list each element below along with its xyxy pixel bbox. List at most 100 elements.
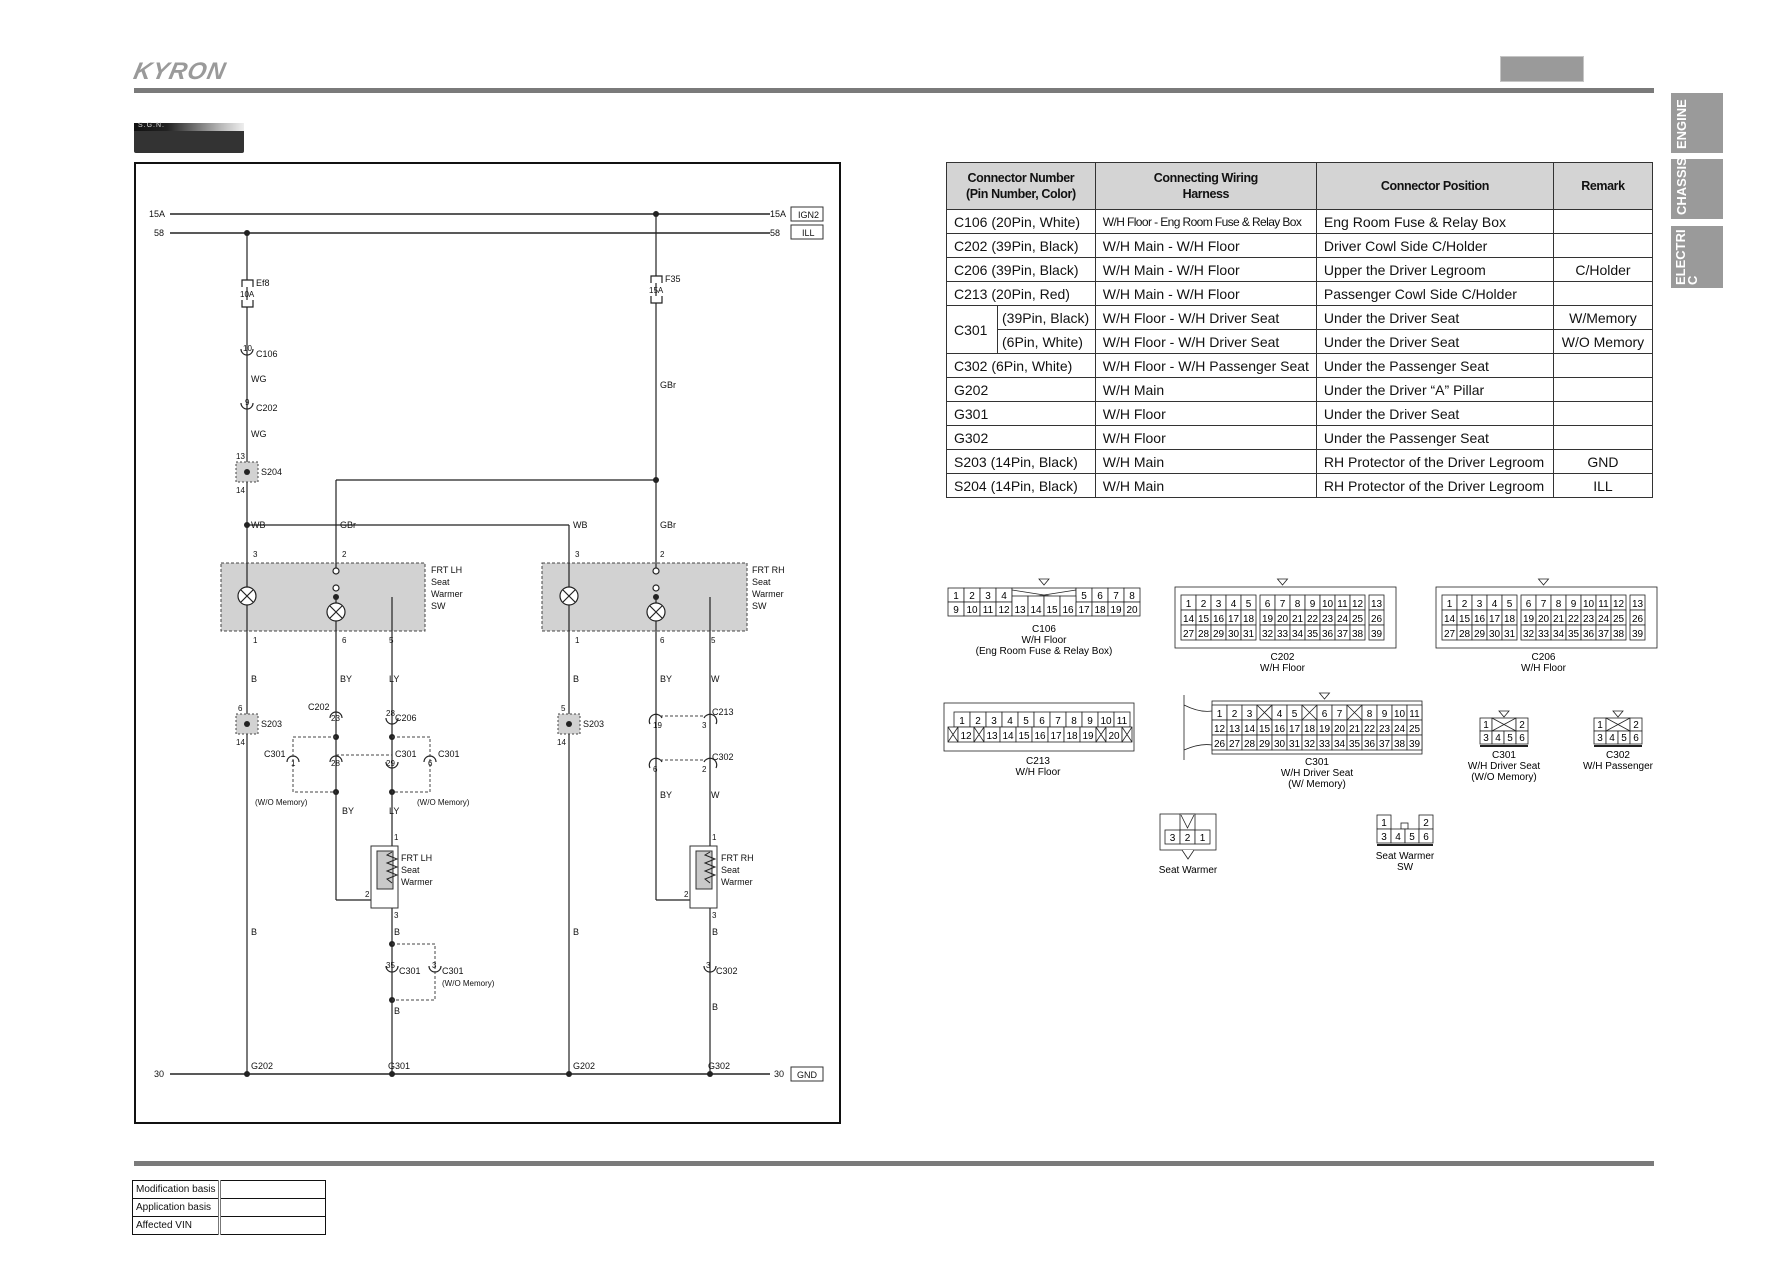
pin-number: 9: [1571, 599, 1577, 610]
harness-cell: W/H Main: [1094, 449, 1317, 474]
position-cell: Under the Driver Seat: [1315, 401, 1554, 426]
connector-number-cell: C206 (39Pin, Black): [946, 257, 1096, 282]
c301-pin: 1: [291, 759, 296, 768]
position-cell: Under the Driver Seat: [1315, 305, 1554, 330]
pin-number: 6: [1097, 591, 1103, 602]
pin-number: 3: [1247, 709, 1253, 720]
harness-cell: W/H Floor: [1094, 425, 1317, 450]
tag-ill: ILL: [802, 228, 815, 238]
s204-pin-bottom: 14: [236, 486, 245, 495]
pin-number: 21: [1349, 724, 1361, 735]
harness-cell: W/H Main - W/H Floor: [1094, 257, 1317, 282]
side-tab-chassis[interactable]: CHASSIS: [1671, 157, 1723, 219]
pin-number: 17: [1228, 614, 1240, 625]
pin-number: 36: [1364, 739, 1376, 750]
wire-color-b: B: [394, 927, 400, 937]
pin-number: 17: [1078, 605, 1090, 616]
connector-caption: W/H Floor: [1022, 635, 1068, 646]
pin-number: 8: [1071, 716, 1077, 727]
position-cell: Eng Room Fuse & Relay Box: [1315, 209, 1554, 234]
pin-number: 32: [1304, 739, 1316, 750]
ground-label: G202: [251, 1061, 273, 1071]
pin-number: 12: [960, 731, 972, 742]
pin-number: 13: [1229, 724, 1241, 735]
pin-number: 3: [1170, 833, 1176, 844]
connector-c106: 1 2 3 4 5 6 7 89 10 11 12 13 14 15 16 17 18 19 20C106W/H F…: [947, 578, 1141, 657]
wire-color-by: BY: [340, 674, 352, 684]
position-cell: RH Protector of the Driver Legroom: [1315, 449, 1554, 474]
connector-seat-warmer: 3 2 1 Seat Warmer: [1159, 813, 1218, 876]
pin-number: 7: [1055, 716, 1061, 727]
remark-cell: [1552, 281, 1654, 306]
s203-pin-bottom: 14: [236, 738, 245, 747]
pin-number: 24: [1598, 614, 1610, 625]
lh-switch-label: Warmer: [431, 589, 463, 599]
pin-number: 16: [1062, 605, 1074, 616]
wire-color-b: B: [251, 927, 257, 937]
pin-number: 9: [1087, 716, 1093, 727]
c106-label: C106: [256, 349, 278, 359]
pin-number: 7: [1280, 599, 1286, 610]
wire-color-gbr: GBr: [340, 520, 356, 530]
c213-pin: 19: [653, 721, 662, 730]
side-tab-engine[interactable]: ENGINE: [1671, 93, 1723, 153]
c302-pin: 2: [702, 765, 707, 774]
pin-number: 16: [1274, 724, 1286, 735]
tag-gnd: GND: [797, 1070, 818, 1080]
pin-number: 33: [1277, 629, 1289, 640]
pin-number: 29: [1213, 629, 1225, 640]
harness-cell: W/H Floor - W/H Passenger Seat: [1094, 353, 1317, 378]
connector-number-cell: G301: [946, 401, 1096, 426]
pin-number: 3: [1477, 599, 1483, 610]
pin-label: 3: [712, 911, 717, 920]
pin-label: 6: [660, 636, 665, 645]
mod-value: [218, 1180, 327, 1199]
pin-number: 39: [1632, 629, 1644, 640]
pin-label: 3: [394, 911, 399, 920]
pin-number: 17: [1050, 731, 1062, 742]
pin-number: 30: [1274, 739, 1286, 750]
connector-c301_nomem: 1 2 3 4 5 6C301W/H Driver Seat(W/O Memory): [1468, 710, 1540, 783]
table-row: Affected VIN: [131, 1216, 327, 1235]
pin-number: 5: [1081, 591, 1087, 602]
rail-label-58-right: 58: [770, 228, 780, 238]
pin-number: 9: [953, 605, 959, 616]
key-marker-icon: [1181, 849, 1195, 860]
position-cell: Passenger Cowl Side C/Holder: [1315, 281, 1554, 306]
connector-caption: C213: [1026, 756, 1050, 767]
pin-label: 2: [365, 890, 370, 899]
fuse-ef8-rating: 10A: [240, 290, 255, 299]
pin-number: 39: [1409, 739, 1421, 750]
pin-number: 18: [1243, 614, 1255, 625]
harness-cell: W/H Floor - W/H Driver Seat: [1094, 329, 1317, 354]
lh-warmer-label: Seat: [401, 865, 420, 875]
connector-caption: (W/ Memory): [1288, 779, 1346, 790]
pin-number: 27: [1229, 739, 1241, 750]
pin-number: 21: [1553, 614, 1565, 625]
pin-label: 5: [389, 636, 394, 645]
s203-label: S203: [583, 719, 604, 729]
pin-number: 16: [1034, 731, 1046, 742]
pin-number: 25: [1352, 614, 1364, 625]
lh-warmer-label: Warmer: [401, 877, 433, 887]
c301-label: C301: [395, 749, 417, 759]
pin-number: 32: [1523, 629, 1535, 640]
ground-label: G301: [388, 1061, 410, 1071]
header-connector-number: Connector Number (Pin Number, Color): [946, 162, 1096, 210]
pin-number: 10: [1394, 709, 1406, 720]
pin-number: 2: [1633, 720, 1639, 731]
pin-number: 19: [1319, 724, 1331, 735]
mod-value: [218, 1198, 327, 1217]
wire-color-by: BY: [342, 806, 354, 816]
pin-number: 22: [1307, 614, 1319, 625]
connector-number-cell: S203 (14Pin, Black): [946, 449, 1096, 474]
c206-label: C206: [395, 713, 417, 723]
c302-pin: 6: [653, 765, 658, 774]
remark-cell: [1552, 401, 1654, 426]
side-tab-electric[interactable]: ELECTRI C: [1671, 226, 1723, 288]
pin-label: 2: [684, 890, 689, 899]
pin-number: 4: [1001, 591, 1007, 602]
table-row: C302 (6Pin, White) W/H Floor - W/H Passen…: [946, 353, 1654, 378]
modification-table: Modification basis Application basis Aff…: [131, 1180, 327, 1235]
c301-pin: 6: [428, 759, 433, 768]
